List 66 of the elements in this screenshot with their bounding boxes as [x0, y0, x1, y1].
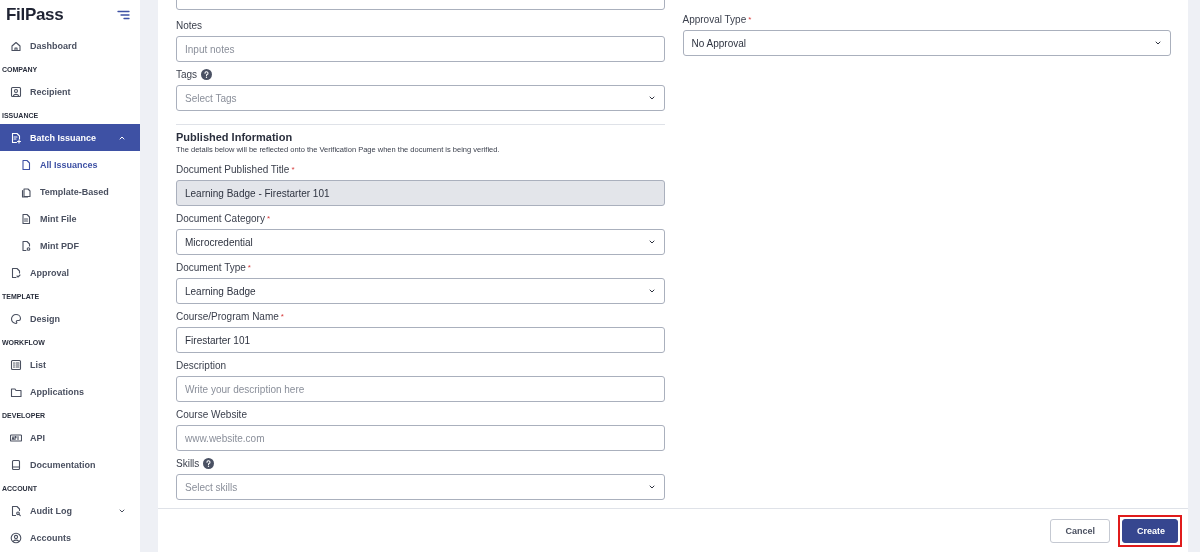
document-plus-icon — [10, 131, 22, 144]
document-check-icon — [10, 266, 22, 279]
field-label: Document Published Title — [176, 163, 290, 175]
list-icon — [10, 358, 22, 371]
sidebar-item[interactable]: Batch Issuance — [0, 124, 140, 151]
home-icon — [10, 39, 22, 52]
sidebar-item[interactable]: Approval — [0, 259, 140, 286]
document-gear-icon — [20, 239, 32, 252]
required-mark: * — [266, 213, 271, 223]
sidebar-item[interactable]: Dashboard — [0, 32, 140, 59]
sidebar-item[interactable]: API — [0, 424, 140, 451]
user-circle-icon — [10, 531, 22, 544]
chevron-down-icon — [647, 287, 656, 295]
copy-icon — [20, 185, 32, 198]
logo: FilPass — [6, 5, 64, 25]
dropdown[interactable]: Learning Badge — [176, 278, 665, 304]
required-mark: * — [291, 164, 295, 174]
required-mark: * — [280, 311, 284, 321]
help-icon[interactable] — [201, 68, 213, 80]
document-icon — [20, 158, 32, 171]
field-label: Notes — [176, 19, 203, 31]
chevron-down-icon — [1154, 39, 1162, 47]
cancel-button[interactable]: Cancel — [1050, 518, 1110, 543]
input-field[interactable]: Firestarter 101 — [176, 327, 665, 353]
chevron-down-icon — [647, 483, 656, 491]
palette-icon — [10, 312, 22, 325]
document-search-icon — [10, 504, 22, 517]
chevron-down-icon — [647, 238, 656, 246]
file-icon — [20, 212, 32, 225]
submenu-item[interactable]: Mint File — [0, 205, 140, 232]
submenu-item[interactable]: Template-Based — [0, 178, 140, 205]
person-icon — [10, 85, 22, 98]
sidebar-item[interactable]: Audit Log — [0, 497, 140, 524]
field-label: Document Category — [176, 212, 265, 224]
api-icon — [10, 431, 22, 444]
dropdown[interactable]: No Approval — [682, 30, 1171, 56]
field-label: Skills — [176, 457, 200, 469]
sidebar-item[interactable]: Recipient — [0, 78, 140, 105]
field-label: Document Type — [176, 261, 246, 273]
required-mark: * — [748, 14, 752, 24]
submenu-item[interactable]: All Issuances — [0, 151, 140, 178]
field-label: Course Website — [176, 408, 247, 420]
required-mark: * — [247, 262, 251, 272]
input-field[interactable]: Input notes — [176, 36, 665, 62]
field-label: Description — [176, 359, 227, 371]
field-label: Approval Type — [682, 13, 747, 25]
sidebar-item[interactable]: Applications — [0, 378, 140, 405]
dropdown[interactable]: Select Tags — [176, 85, 665, 111]
dropdown[interactable]: Microcredential — [176, 229, 665, 255]
create-button[interactable]: Create — [1122, 518, 1178, 543]
sidebar-item[interactable]: Accounts — [0, 524, 140, 551]
book-icon — [10, 458, 22, 471]
sidebar-item[interactable]: List — [0, 351, 140, 378]
sidebar-item[interactable]: Documentation — [0, 451, 140, 478]
help-icon[interactable] — [203, 457, 215, 469]
input-field[interactable]: Write your description here — [176, 376, 665, 402]
folder-icon — [10, 385, 22, 398]
sidebar-item[interactable]: Design — [0, 305, 140, 332]
dropdown[interactable]: Select skills — [176, 474, 665, 500]
submenu-item[interactable]: Mint PDF — [0, 232, 140, 259]
menu-icon[interactable] — [117, 10, 130, 20]
input-field[interactable]: www.website.com — [176, 425, 665, 451]
field-label: Course/Program Name — [176, 310, 279, 322]
section-title: Published Information — [176, 131, 294, 143]
field-label: Tags — [176, 68, 198, 80]
chevron-down-icon — [647, 94, 656, 102]
